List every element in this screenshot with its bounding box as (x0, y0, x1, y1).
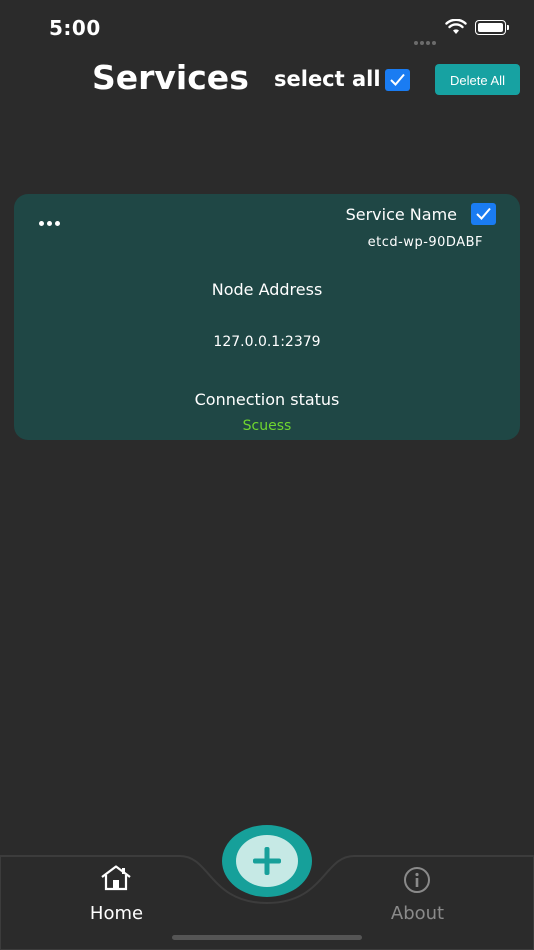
service-name-label: Service Name (345, 205, 457, 224)
service-select-checkbox[interactable] (471, 203, 496, 225)
status-time: 5:00 (49, 16, 101, 40)
info-icon (404, 867, 430, 893)
add-button-inner (236, 835, 298, 887)
node-address-label: Node Address (211, 280, 323, 299)
checkmark-icon (476, 207, 491, 220)
tab-about-label: About (390, 903, 445, 924)
battery-icon (475, 20, 509, 35)
more-options-icon[interactable] (39, 211, 63, 230)
select-all-label: select all (274, 67, 381, 91)
delete-all-button[interactable]: Delete All (435, 64, 520, 95)
wifi-icon (445, 19, 467, 34)
service-card[interactable]: Service Name etcd-wp-90DABF Node Address… (14, 194, 520, 440)
status-bar: 5:00 (0, 0, 534, 56)
signal-dots-icon (414, 30, 438, 49)
service-name-value: etcd-wp-90DABF (367, 235, 483, 250)
home-icon (101, 865, 131, 891)
node-address-value: 127.0.0.1:2379 (213, 334, 321, 350)
home-indicator (172, 935, 362, 940)
connection-status-label: Connection status (194, 390, 340, 409)
connection-status-value: Scuess (242, 418, 292, 434)
tab-home-label: Home (89, 903, 144, 924)
page-title: Services (92, 58, 249, 97)
checkmark-icon (390, 73, 405, 86)
select-all-checkbox[interactable] (385, 69, 410, 91)
add-service-button[interactable] (222, 825, 312, 897)
plus-icon (253, 847, 281, 875)
